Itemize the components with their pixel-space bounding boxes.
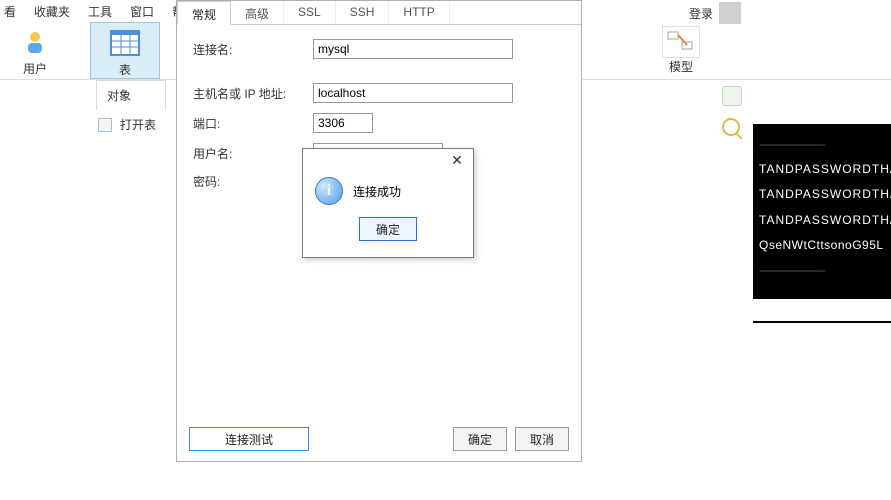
right-icon-strip xyxy=(722,86,744,136)
open-table-button[interactable]: 打开表 xyxy=(96,110,166,139)
label-connection-name: 连接名: xyxy=(193,41,313,58)
sidebar-objects-tab[interactable]: 对象 xyxy=(96,80,166,110)
user-icon xyxy=(0,26,70,58)
tab-advanced[interactable]: 高级 xyxy=(231,1,284,24)
message-dialog: ✕ i 连接成功 确定 xyxy=(302,148,474,258)
dialog-ok-button[interactable]: 确定 xyxy=(453,427,507,451)
message-ok-button[interactable]: 确定 xyxy=(359,217,417,241)
input-port[interactable] xyxy=(313,113,373,133)
open-table-icon xyxy=(98,118,112,132)
terminal-gap xyxy=(753,299,891,323)
tab-ssh[interactable]: SSH xyxy=(336,1,390,24)
tab-ssl[interactable]: SSL xyxy=(284,1,336,24)
ribbon-table-button[interactable]: 表 xyxy=(90,22,160,79)
ribbon-model-label: 模型 xyxy=(651,58,711,75)
terminal-line: TANDPASSWORDTHATN xyxy=(759,208,887,233)
terminal-panel: ---------------------- TANDPASSWORDTHATN… xyxy=(753,124,891,299)
open-table-label: 打开表 xyxy=(120,116,156,133)
search-icon[interactable] xyxy=(722,118,740,136)
menu-item[interactable]: 工具 xyxy=(88,3,112,20)
menu-item[interactable]: 看 xyxy=(4,3,16,20)
ribbon-user-label: 用户 xyxy=(0,60,70,77)
menu-item[interactable]: 窗口 xyxy=(130,3,154,20)
close-icon[interactable]: ✕ xyxy=(447,152,467,169)
message-titlebar: ✕ xyxy=(303,149,473,171)
table-icon xyxy=(91,27,159,59)
left-sidebar: 对象 打开表 xyxy=(96,80,166,139)
login-label: 登录 xyxy=(689,5,713,22)
info-icon: i xyxy=(315,177,343,205)
label-password: 密码: xyxy=(193,173,313,190)
dialog-tabs: 常规 高级 SSL SSH HTTP xyxy=(177,1,581,25)
dialog-cancel-button[interactable]: 取消 xyxy=(515,427,569,451)
model-icon xyxy=(662,26,700,58)
ribbon-model-button[interactable]: 模型 xyxy=(651,26,711,75)
message-text: 连接成功 xyxy=(353,183,401,200)
menu-bar: 看 收藏夹 工具 窗口 帮 xyxy=(0,0,184,22)
avatar-icon xyxy=(719,2,741,24)
terminal-line: TANDPASSWORDTHATN xyxy=(759,157,887,182)
terminal-line: QseNWtCttsonoG95L xyxy=(759,233,887,258)
menu-item[interactable]: 收藏夹 xyxy=(34,3,70,20)
ribbon-table-label: 表 xyxy=(91,61,159,78)
dialog-footer: 连接测试 确定 取消 xyxy=(189,427,569,451)
wechat-icon[interactable] xyxy=(722,86,742,106)
input-connection-name[interactable] xyxy=(313,39,513,59)
login-area[interactable]: 登录 xyxy=(689,2,741,24)
test-connection-button[interactable]: 连接测试 xyxy=(189,427,309,451)
tab-http[interactable]: HTTP xyxy=(389,1,449,24)
sidebar-objects-label: 对象 xyxy=(107,87,131,104)
terminal-line: ---------------------- xyxy=(759,258,887,283)
ribbon-user-button[interactable]: 用户 xyxy=(0,22,70,79)
terminal-line: ---------------------- xyxy=(759,132,887,157)
input-host[interactable] xyxy=(313,83,513,103)
label-user: 用户名: xyxy=(193,145,313,162)
label-port: 端口: xyxy=(193,115,313,132)
terminal-line: TANDPASSWORDTHATN xyxy=(759,182,887,207)
tab-general[interactable]: 常规 xyxy=(177,1,231,25)
label-host: 主机名或 IP 地址: xyxy=(193,85,313,102)
